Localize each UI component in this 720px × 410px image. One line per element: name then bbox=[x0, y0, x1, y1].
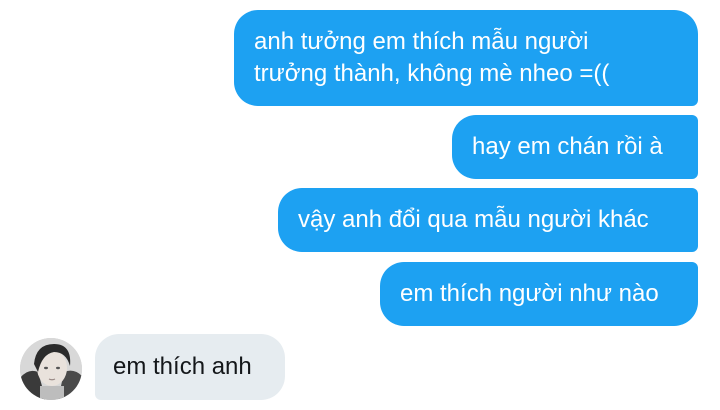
sender-avatar[interactable] bbox=[20, 338, 82, 400]
sent-message-bubble[interactable]: anh tưởng em thích mẫu người trưởng thàn… bbox=[234, 10, 698, 106]
avatar-photo-icon bbox=[20, 338, 82, 400]
sent-message-bubble[interactable]: hay em chán rồi à bbox=[452, 115, 698, 179]
message-text-line: trưởng thành, không mè nheo =(( bbox=[254, 60, 610, 87]
sent-message-bubble[interactable]: vậy anh đổi qua mẫu người khác bbox=[278, 188, 698, 252]
message-text-line: anh tưởng em thích mẫu người bbox=[254, 28, 589, 55]
received-message-bubble[interactable]: em thích anh bbox=[95, 334, 285, 400]
message-thread: anh tưởng em thích mẫu người trưởng thàn… bbox=[0, 0, 720, 410]
message-text: hay em chán rồi à bbox=[472, 133, 663, 160]
message-text: em thích người như nào bbox=[400, 280, 659, 307]
sent-message-bubble[interactable]: em thích người như nào bbox=[380, 262, 698, 326]
message-text: em thích anh bbox=[113, 353, 252, 380]
message-text: vậy anh đổi qua mẫu người khác bbox=[298, 206, 649, 233]
